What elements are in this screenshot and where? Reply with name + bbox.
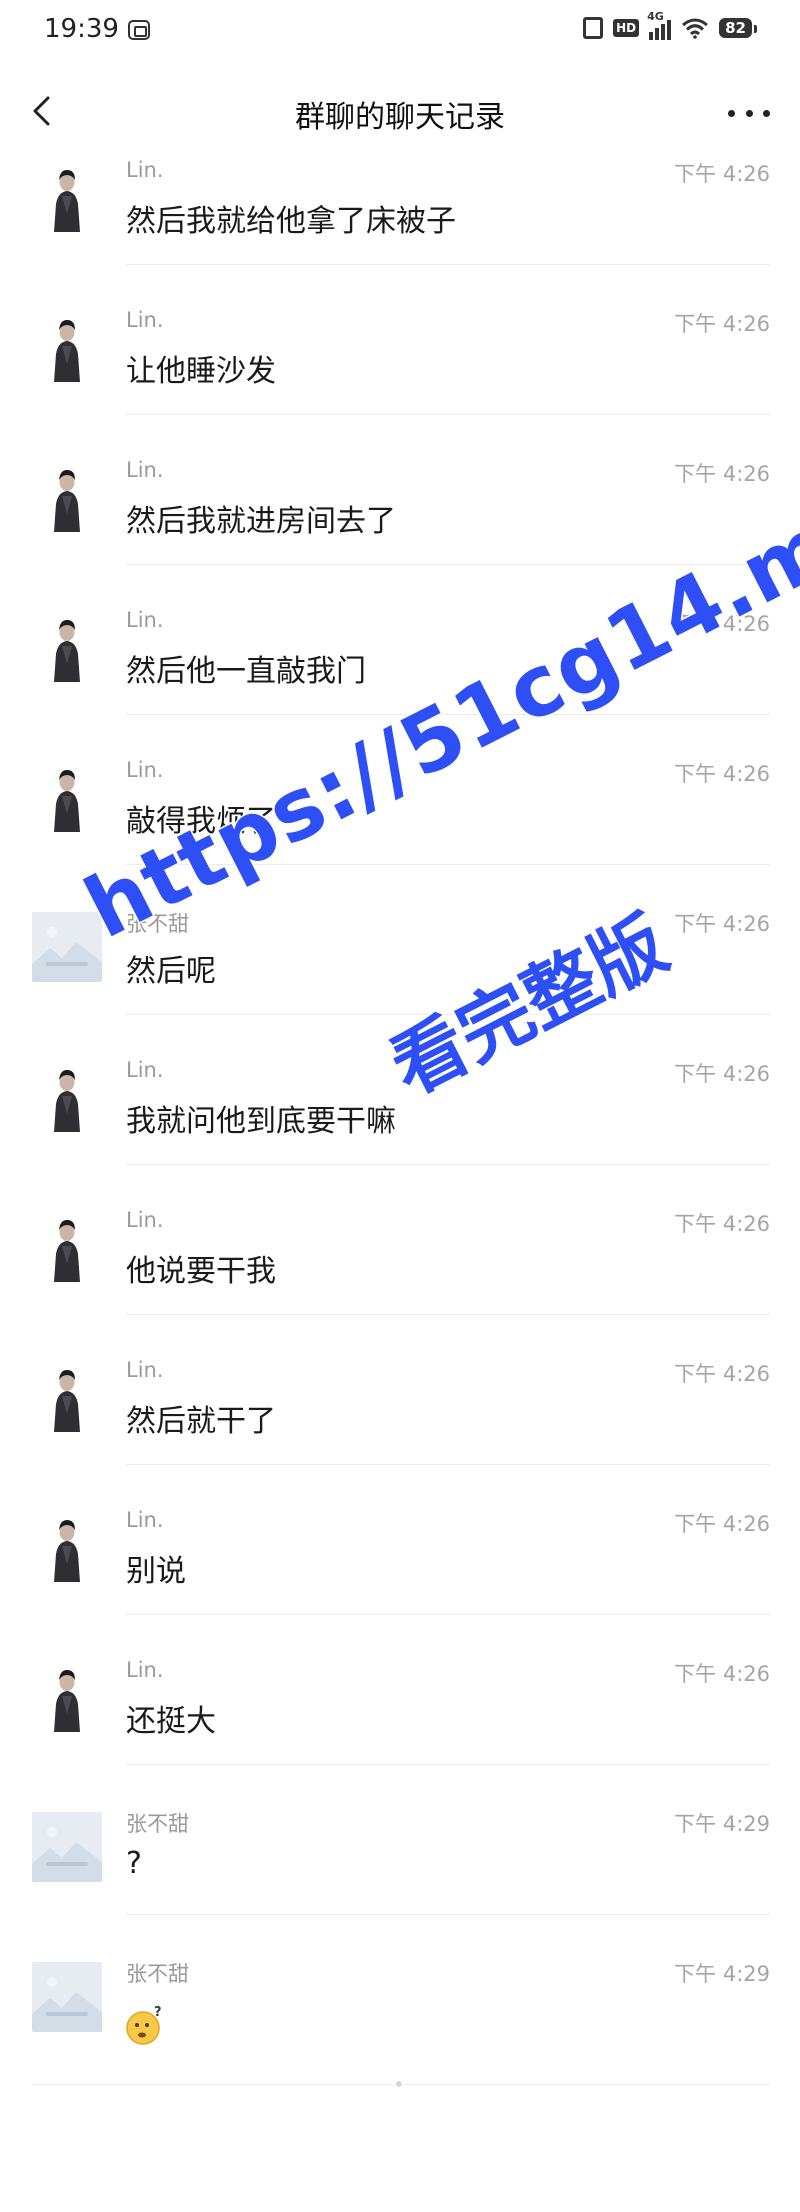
status-time: 19:39 (44, 14, 119, 44)
message-row[interactable]: 张不甜 下午 4:29? (0, 1802, 800, 1952)
message-time: 下午 4:26 (674, 1212, 770, 1236)
message-time: 下午 4:26 (674, 762, 770, 786)
sender-name: 张不甜 (126, 912, 189, 936)
message-time: 下午 4:26 (674, 162, 770, 186)
avatar[interactable] (32, 612, 102, 682)
message-text: 然后我就进房间去了 (126, 504, 396, 539)
message-divider (126, 864, 770, 865)
svg-text:?: ? (154, 2005, 162, 2020)
page-title: 群聊的聊天记录 (295, 100, 505, 135)
message-divider (126, 1464, 770, 1465)
sender-name: Lin. (126, 1058, 164, 1082)
message-text: 然后他一直敲我门 (126, 654, 366, 689)
message-row[interactable]: Lin. 下午 4:26 让他睡沙发 (0, 302, 800, 452)
nav-bar: 群聊的聊天记录 (0, 62, 800, 160)
message-text: 他说要干我 (126, 1254, 276, 1289)
message-text: 还挺大 (126, 1704, 216, 1739)
avatar[interactable] (32, 1212, 102, 1282)
message-divider (126, 1014, 770, 1015)
message-time: 下午 4:29 (674, 1962, 770, 1986)
message-time: 下午 4:26 (674, 1362, 770, 1386)
end-dot (396, 2081, 402, 2087)
message-text: 然后呢 (126, 954, 216, 989)
avatar[interactable] (32, 162, 102, 232)
message-row[interactable]: Lin. 下午 4:26 然后就干了 (0, 1352, 800, 1502)
message-divider (126, 564, 770, 565)
avatar[interactable] (32, 1962, 102, 2032)
avatar[interactable] (32, 1812, 102, 1882)
avatar[interactable] (32, 1662, 102, 1732)
avatar[interactable] (32, 312, 102, 382)
notification-app-icon (128, 20, 150, 40)
avatar[interactable] (32, 762, 102, 832)
message-divider (126, 414, 770, 415)
message-time: 下午 4:26 (674, 1662, 770, 1686)
message-time: 下午 4:26 (674, 312, 770, 336)
message-row[interactable]: Lin. 下午 4:26 然后他一直敲我门 (0, 602, 800, 752)
status-bar: 19:39 HD 4G 82 (0, 0, 800, 62)
message-divider (126, 1614, 770, 1615)
message-text: 让他睡沙发 (126, 354, 276, 389)
sender-name: Lin. (126, 308, 164, 332)
message-row[interactable]: Lin. 下午 4:26 然后我就给他拿了床被子 (0, 152, 800, 302)
message-divider (126, 1314, 770, 1315)
message-row[interactable]: Lin. 下午 4:26 还挺大 (0, 1652, 800, 1802)
message-divider (126, 1164, 770, 1165)
sender-name: Lin. (126, 458, 164, 482)
network-type-label: 4G (647, 10, 664, 23)
message-time: 下午 4:26 (674, 612, 770, 636)
message-row[interactable]: 张不甜 下午 4:29? (0, 1952, 800, 2102)
signal-icon: 4G (647, 10, 672, 40)
sender-name: Lin. (126, 1658, 164, 1682)
hd-badge: HD (613, 19, 640, 37)
avatar[interactable] (32, 1362, 102, 1432)
message-divider (126, 1764, 770, 1765)
sender-name: Lin. (126, 1208, 164, 1232)
message-time: 下午 4:29 (674, 1812, 770, 1836)
message-row[interactable]: Lin. 下午 4:26 别说 (0, 1502, 800, 1652)
message-text: 别说 (126, 1554, 186, 1589)
wifi-icon (682, 18, 709, 39)
avatar[interactable] (32, 462, 102, 532)
battery-indicator: 82 (719, 18, 757, 38)
message-divider (126, 1914, 770, 1915)
message-row[interactable]: Lin. 下午 4:26 我就问他到底要干嘛 (0, 1052, 800, 1202)
message-time: 下午 4:26 (674, 912, 770, 936)
vibrate-icon (583, 17, 604, 39)
message-time: 下午 4:26 (674, 1512, 770, 1536)
sender-name: Lin. (126, 608, 164, 632)
message-text: 然后我就给他拿了床被子 (126, 204, 456, 239)
avatar[interactable] (32, 912, 102, 982)
sender-name: Lin. (126, 1508, 164, 1532)
message-text: ? (126, 1846, 142, 1881)
thinking-emoji: ? (124, 2004, 166, 2046)
more-options-icon[interactable] (728, 110, 770, 118)
message-row[interactable]: Lin. 下午 4:26 他说要干我 (0, 1202, 800, 1352)
message-text: 然后就干了 (126, 1404, 276, 1439)
sender-name: Lin. (126, 158, 164, 182)
sender-name: Lin. (126, 758, 164, 782)
message-text: 敲得我烦了 (126, 804, 276, 839)
message-time: 下午 4:26 (674, 462, 770, 486)
message-row[interactable]: Lin. 下午 4:26 然后我就进房间去了 (0, 452, 800, 602)
status-icons: HD 4G 82 (583, 10, 757, 40)
message-row[interactable]: 张不甜 下午 4:26 然后呢 (0, 902, 800, 1052)
avatar[interactable] (32, 1062, 102, 1132)
message-divider (126, 264, 770, 265)
sender-name: 张不甜 (126, 1962, 189, 1986)
sender-name: 张不甜 (126, 1812, 189, 1836)
sender-name: Lin. (126, 1358, 164, 1382)
message-divider (126, 714, 770, 715)
message-row[interactable]: Lin. 下午 4:26 敲得我烦了 (0, 752, 800, 902)
message-text: 我就问他到底要干嘛 (126, 1104, 396, 1139)
message-time: 下午 4:26 (674, 1062, 770, 1086)
avatar[interactable] (32, 1512, 102, 1582)
